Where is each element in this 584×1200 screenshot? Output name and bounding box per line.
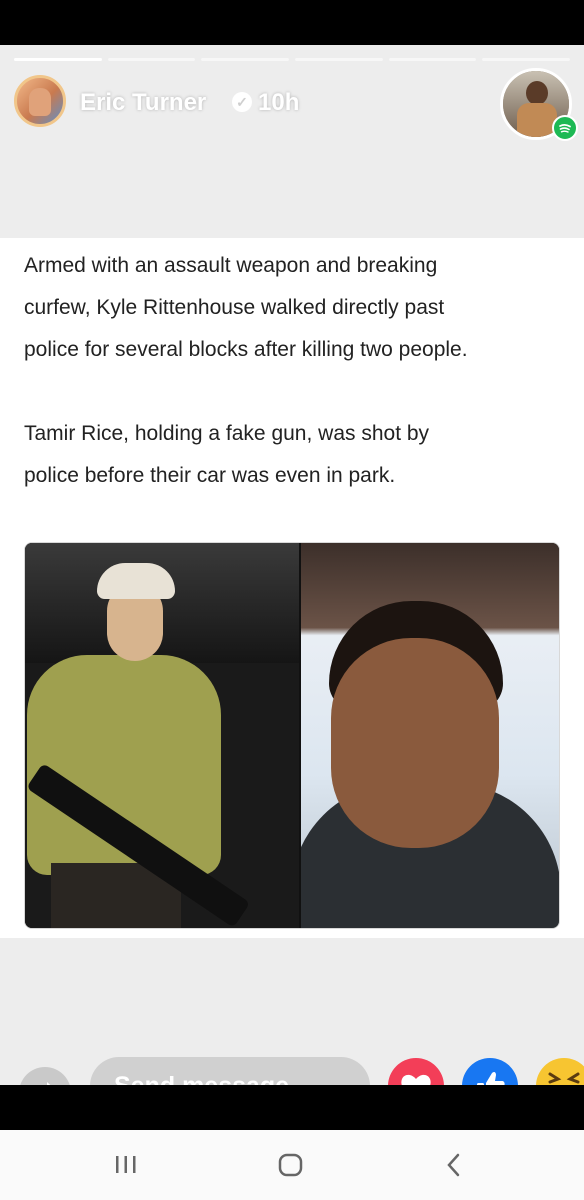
progress-segment [482, 58, 571, 61]
haha-reaction-icon[interactable] [536, 1058, 584, 1085]
progress-segment [388, 58, 477, 61]
story-viewer[interactable]: Eric Turner ✓ 10h Armed with an assault … [0, 45, 584, 1085]
home-icon[interactable] [277, 1152, 305, 1180]
progress-segment [14, 58, 102, 61]
share-arrow-icon[interactable] [19, 1067, 71, 1085]
verified-check-icon: ✓ [232, 92, 252, 112]
story-header: Eric Turner ✓ 10h [14, 68, 578, 141]
back-icon[interactable] [444, 1152, 464, 1180]
love-reaction-icon[interactable] [388, 1058, 444, 1085]
post-text: Armed with an assault weapon and breakin… [24, 245, 564, 539]
spotify-icon [552, 115, 578, 141]
post-photo-left [25, 543, 299, 928]
post-image [24, 542, 560, 929]
message-input[interactable] [90, 1057, 370, 1085]
progress-segment [201, 58, 290, 61]
post-paragraph: Tamir Rice, holding a fake gun, was shot… [24, 422, 430, 487]
author-name[interactable]: Eric Turner [80, 89, 206, 117]
reply-bar [0, 1048, 584, 1085]
system-navigation-bar [0, 1130, 584, 1200]
story-progress-bar [14, 58, 571, 62]
story-timestamp: 10h [258, 89, 300, 116]
author-avatar[interactable] [14, 75, 66, 127]
recents-icon[interactable] [114, 1152, 138, 1180]
like-reaction-icon[interactable] [462, 1058, 518, 1085]
progress-segment [107, 58, 196, 61]
post-paragraph: Armed with an assault weapon and breakin… [24, 254, 468, 361]
progress-segment [295, 58, 383, 61]
post-photo-right [301, 543, 559, 928]
